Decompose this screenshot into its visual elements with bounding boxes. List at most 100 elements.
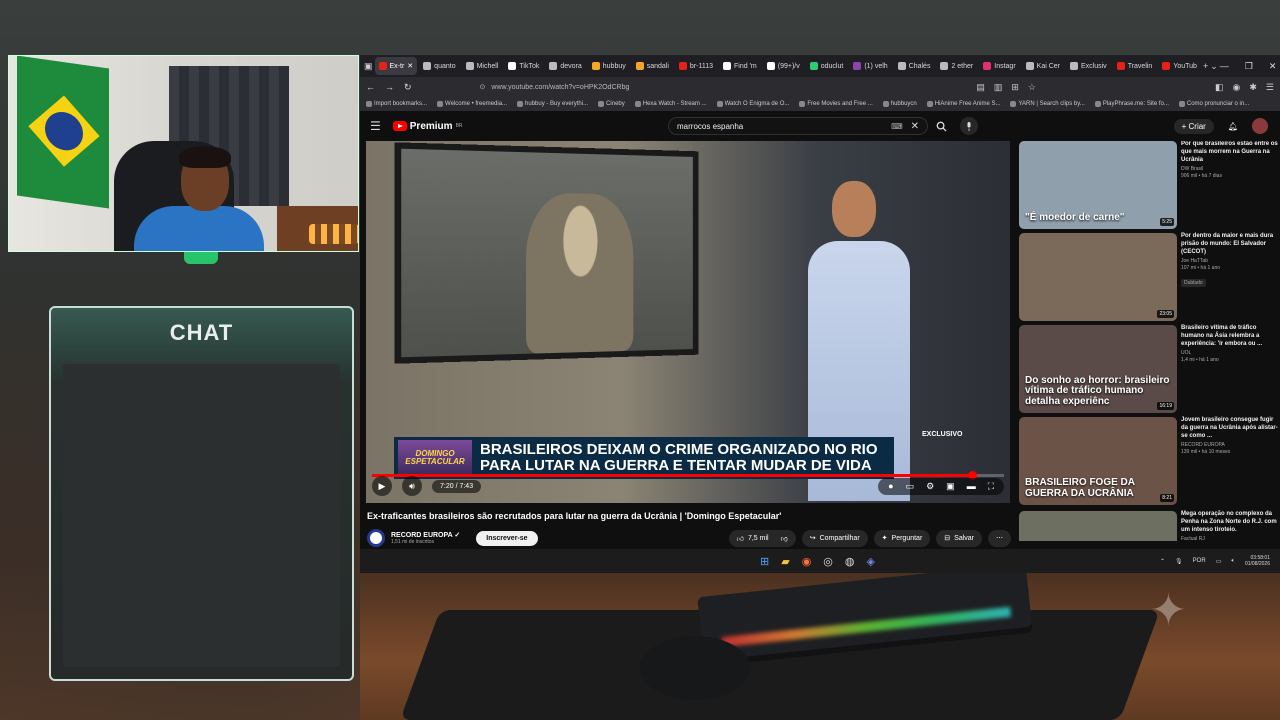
youtube-logo[interactable]: Premium BR xyxy=(393,121,463,132)
recommended-thumbnail[interactable]: 23:05 xyxy=(1019,233,1177,321)
bookmark-item[interactable]: HiAnime Free Anime S... xyxy=(927,101,1001,107)
bookmark-item[interactable]: hubbuycn xyxy=(883,101,917,107)
discord-icon[interactable]: ◈ xyxy=(867,555,875,568)
theater-mode-icon[interactable]: ▬ xyxy=(967,481,976,492)
tray-overflow-icon[interactable]: ⌃ xyxy=(1160,558,1165,565)
recommended-thumbnail[interactable]: "É moedor de carne" 5:25 xyxy=(1019,141,1177,229)
speaker-icon[interactable]: 🔈︎ xyxy=(1231,558,1235,565)
browser-tab[interactable]: (99+)/v xyxy=(763,57,804,75)
reload-icon[interactable]: ↻ xyxy=(404,82,412,93)
video-player[interactable]: EXCLUSIVO DOMINGO ESPETACULAR BRASILEIRO… xyxy=(366,141,1010,503)
tab-overflow-icon[interactable]: ⌄ xyxy=(1210,59,1218,73)
pocket-icon[interactable]: ◧ xyxy=(1215,82,1224,93)
reader-icon[interactable]: ▥ xyxy=(994,82,1003,93)
browser-tab[interactable]: TikTok xyxy=(504,57,543,75)
bookmark-star-icon[interactable]: ☆ xyxy=(1028,82,1036,93)
browser-tab[interactable]: Travelin xyxy=(1113,57,1157,75)
bookmark-item[interactable]: Import bookmarks... xyxy=(366,101,427,107)
recommended-thumbnail[interactable] xyxy=(1019,511,1177,541)
save-button[interactable]: ⊟ Salvar xyxy=(936,530,982,547)
search-input[interactable]: marrocos espanha ⌨ ✕ xyxy=(668,117,928,135)
ask-button[interactable]: ✦ Perguntar xyxy=(874,530,931,547)
close-tab-icon[interactable]: ✕ xyxy=(407,62,413,70)
recommended-channel[interactable]: RECORD EUROPA xyxy=(1181,442,1278,448)
miniplayer-icon[interactable]: ▣ xyxy=(946,481,955,492)
tab-actions-icon[interactable]: ▣ xyxy=(364,59,373,73)
voice-search-button[interactable] xyxy=(960,117,978,135)
browser-tab[interactable]: br-1113 xyxy=(675,57,717,75)
bookmark-item[interactable]: Como pronunciar o in... xyxy=(1179,101,1249,107)
new-tab-icon[interactable]: + xyxy=(1203,59,1208,73)
recommended-video[interactable]: 23:05 Por dentro da maior e mais dura pri… xyxy=(1019,233,1280,321)
bookmark-item[interactable]: Watch O Enigma de O... xyxy=(717,101,790,107)
browser-tab[interactable]: Chalés xyxy=(894,57,935,75)
share-button[interactable]: ↪ Compartilhar xyxy=(802,530,868,547)
browser-tab[interactable]: YouTub xyxy=(1158,57,1201,75)
recommended-title[interactable]: Por dentro da maior e mais dura prisão d… xyxy=(1181,233,1278,256)
menu-icon[interactable]: ☰ xyxy=(1266,82,1274,93)
keyboard-icon[interactable]: ⌨ xyxy=(891,122,903,131)
clock[interactable]: 03:58:01 01/08/2026 xyxy=(1245,555,1270,567)
recommended-title[interactable]: Jovem brasileiro consegue fugir da guerr… xyxy=(1181,417,1278,440)
like-button[interactable]: 👍︎ 7,5 mil 👎︎ xyxy=(729,530,796,547)
browser-tab[interactable]: sandali xyxy=(632,57,673,75)
browser-tab[interactable]: oduclut xyxy=(806,57,848,75)
bookmark-item[interactable]: Hexa Watch - Stream ... xyxy=(635,101,707,107)
browser-tab[interactable]: (1) velh xyxy=(849,57,891,75)
extension-icon[interactable]: ⊞ xyxy=(1011,82,1019,93)
browser-tab[interactable]: quanto xyxy=(419,57,459,75)
recommended-video[interactable]: Do sonho ao horror: brasileiro vítima de… xyxy=(1019,325,1280,413)
recommended-title[interactable]: Brasileiro vítima de tráfico humano na Á… xyxy=(1181,325,1278,348)
close-window-icon[interactable]: ✕ xyxy=(1269,61,1277,72)
browser-tab[interactable]: Kai Cer xyxy=(1022,57,1064,75)
recommended-video[interactable]: Mega operação no complexo da Penha na Zo… xyxy=(1019,511,1280,541)
app-icon[interactable]: ◍ xyxy=(845,555,855,568)
network-icon[interactable]: ▭ xyxy=(1216,558,1222,565)
bookmark-item[interactable]: PlayPhrase.me: Site fo... xyxy=(1095,101,1169,107)
hamburger-menu-icon[interactable]: ☰ xyxy=(370,119,381,133)
play-icon[interactable]: ▶ xyxy=(372,476,392,496)
clear-search-icon[interactable]: ✕ xyxy=(911,121,919,132)
translate-icon[interactable]: ▤ xyxy=(976,82,985,93)
browser-tab[interactable]: Exclusiv xyxy=(1066,57,1111,75)
browser-tab[interactable]: Instagr xyxy=(979,57,1019,75)
forward-icon[interactable]: → xyxy=(385,82,394,92)
fullscreen-icon[interactable]: ⛶ xyxy=(988,481,994,492)
settings-gear-icon[interactable]: ⚙ xyxy=(926,481,934,492)
url-field[interactable]: ⊙ www.youtube.com/watch?v=oHPK2OdCRbg xyxy=(480,83,630,91)
mic-tray-icon[interactable]: 🎙︎ xyxy=(1175,558,1183,565)
recommended-title[interactable]: Por que brasileiros estão entre os que m… xyxy=(1181,141,1278,164)
maximize-icon[interactable]: ❐ xyxy=(1245,61,1253,72)
subscribe-button[interactable]: Inscrever-se xyxy=(476,531,537,546)
browser-tab[interactable]: hubbuy xyxy=(588,57,630,75)
recommended-video[interactable]: "É moedor de carne" 5:25 Por que brasileir… xyxy=(1019,141,1280,229)
windows-start-icon[interactable]: ⊞ xyxy=(760,555,769,568)
recommended-channel[interactable]: UOL xyxy=(1181,350,1278,356)
recommended-thumbnail[interactable]: BRASILEIRO FOGE DA GUERRA DA UCRÂNIA 8:21 xyxy=(1019,417,1177,505)
recommended-channel[interactable]: Joe HaTTab xyxy=(1181,258,1278,264)
account-icon[interactable]: ◉ xyxy=(1233,82,1241,93)
volume-icon[interactable]: 🔊︎ xyxy=(402,476,422,496)
extensions-icon[interactable]: ✱ xyxy=(1249,82,1257,93)
create-button[interactable]: + Criar xyxy=(1174,119,1214,134)
bookmark-item[interactable]: Welcome • freemedia... xyxy=(437,101,507,107)
notifications-bell-icon[interactable]: 🔔︎ xyxy=(1228,122,1238,131)
browser-tab[interactable]: 2 ether xyxy=(936,57,977,75)
browser-tab[interactable]: devora xyxy=(545,57,585,75)
language-indicator[interactable]: POR xyxy=(1193,558,1206,564)
recommended-title[interactable]: Mega operação no complexo da Penha na Zo… xyxy=(1181,511,1278,534)
minimize-icon[interactable]: — xyxy=(1220,61,1229,72)
firefox-icon[interactable]: ◉ xyxy=(802,555,812,568)
recommended-video[interactable]: BRASILEIRO FOGE DA GUERRA DA UCRÂNIA 8:21… xyxy=(1019,417,1280,505)
user-avatar[interactable] xyxy=(1252,118,1268,134)
channel-name[interactable]: RECORD EUROPA ✓ xyxy=(391,531,460,539)
recommended-thumbnail[interactable]: Do sonho ao horror: brasileiro vítima de… xyxy=(1019,325,1177,413)
browser-tab[interactable]: Find 'm xyxy=(719,57,761,75)
bookmark-item[interactable]: Free Movies and Free ... xyxy=(799,101,872,107)
bookmark-item[interactable]: Cineby xyxy=(598,101,625,107)
recommended-channel[interactable]: DW Brasil xyxy=(1181,166,1278,172)
bookmark-item[interactable]: YARN | Search clips by... xyxy=(1010,101,1084,107)
recommended-channel[interactable]: Factual RJ xyxy=(1181,536,1278,541)
browser-tab[interactable]: Michell xyxy=(462,57,503,75)
search-button[interactable] xyxy=(928,117,954,135)
